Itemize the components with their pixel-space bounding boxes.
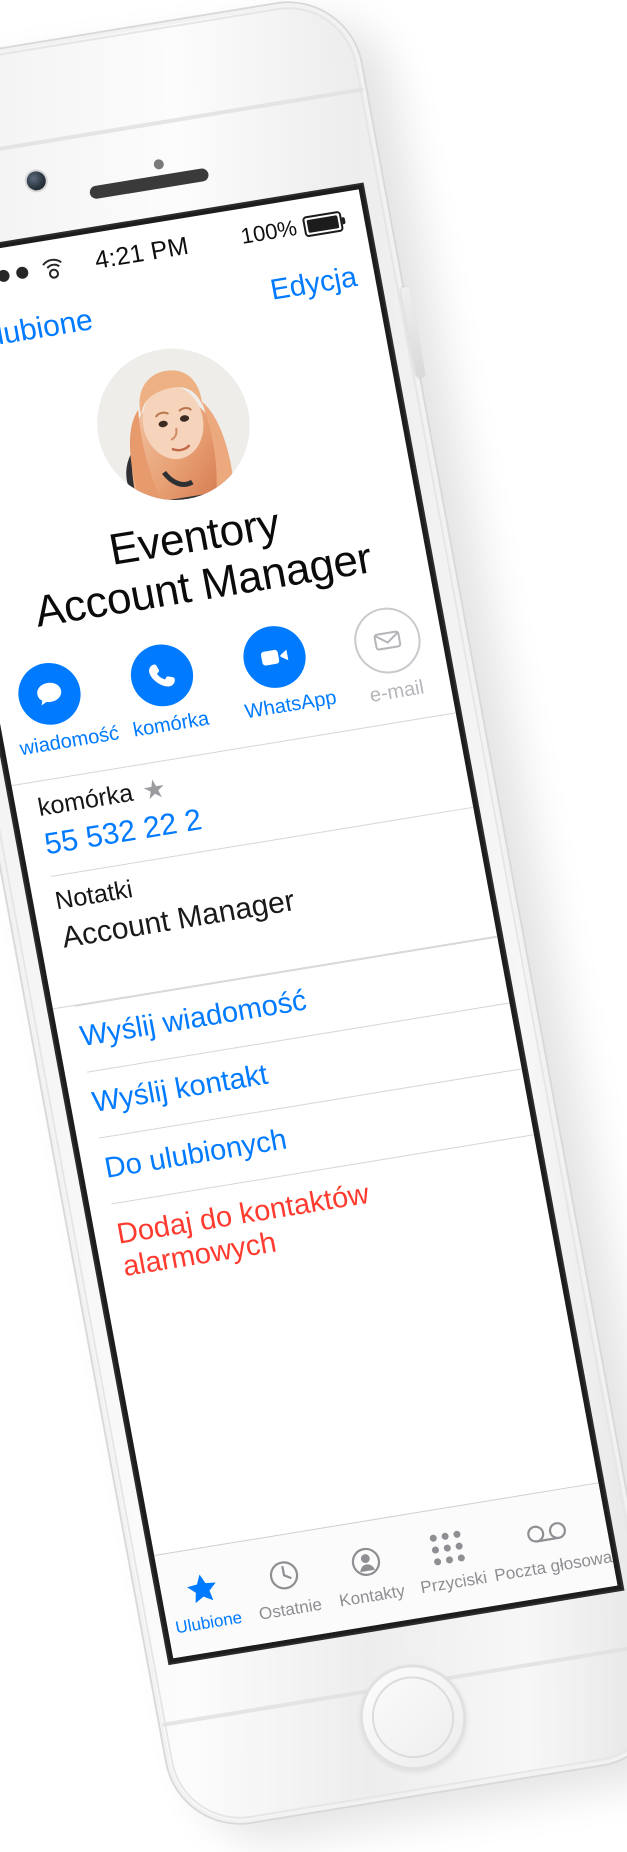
edit-button[interactable]: Edycja bbox=[268, 261, 360, 308]
tab-voicemail-label: Poczta głosowa bbox=[492, 1546, 614, 1585]
star-icon bbox=[182, 1566, 223, 1611]
tab-keypad-label: Przyciski bbox=[418, 1567, 489, 1597]
action-call[interactable]: komórka bbox=[118, 638, 213, 746]
back-button[interactable]: Ulubione bbox=[0, 303, 96, 360]
message-button[interactable] bbox=[13, 657, 86, 729]
tab-contacts-label: Kontakty bbox=[337, 1580, 407, 1611]
action-message-label: wiadomość bbox=[17, 721, 121, 760]
action-call-label: komórka bbox=[131, 707, 211, 742]
keypad-icon bbox=[428, 1526, 466, 1570]
screenshot-stage: 4:21 PM 100% Ulubione Edycja Eventory Ac… bbox=[0, 0, 627, 1852]
tab-recents-label: Ostatnie bbox=[257, 1594, 324, 1624]
field-label: Notatki bbox=[52, 874, 135, 915]
action-email-label: e-mail bbox=[367, 675, 426, 707]
phone-screen: 4:21 PM 100% Ulubione Edycja Eventory Ac… bbox=[0, 189, 618, 1659]
star-icon: ★ bbox=[139, 772, 169, 806]
person-icon bbox=[346, 1539, 385, 1584]
phone-handset-icon bbox=[148, 664, 175, 686]
message-bubble-icon bbox=[37, 682, 62, 706]
back-button-label: Ulubione bbox=[0, 303, 96, 355]
call-button[interactable] bbox=[125, 639, 199, 711]
iphone-device: 4:21 PM 100% Ulubione Edycja Eventory Ac… bbox=[0, 0, 627, 1834]
contact-photo bbox=[84, 337, 263, 512]
tab-voicemail[interactable]: Poczta głosowa bbox=[481, 1483, 617, 1605]
voicemail-icon bbox=[524, 1509, 571, 1555]
action-whatsapp[interactable]: WhatsApp bbox=[230, 620, 339, 728]
avatar[interactable] bbox=[84, 337, 263, 512]
action-email: e-mail bbox=[343, 601, 438, 709]
contact-header: Eventory Account Manager bbox=[0, 303, 431, 650]
action-whatsapp-label: WhatsApp bbox=[243, 686, 339, 723]
video-camera-icon bbox=[260, 649, 289, 666]
clock-icon bbox=[265, 1553, 304, 1598]
video-button[interactable] bbox=[238, 621, 311, 693]
envelope-icon bbox=[373, 630, 402, 651]
tab-favorites-label: Ulubione bbox=[173, 1607, 244, 1637]
email-button bbox=[348, 602, 426, 678]
action-message[interactable]: wiadomość bbox=[5, 657, 121, 765]
